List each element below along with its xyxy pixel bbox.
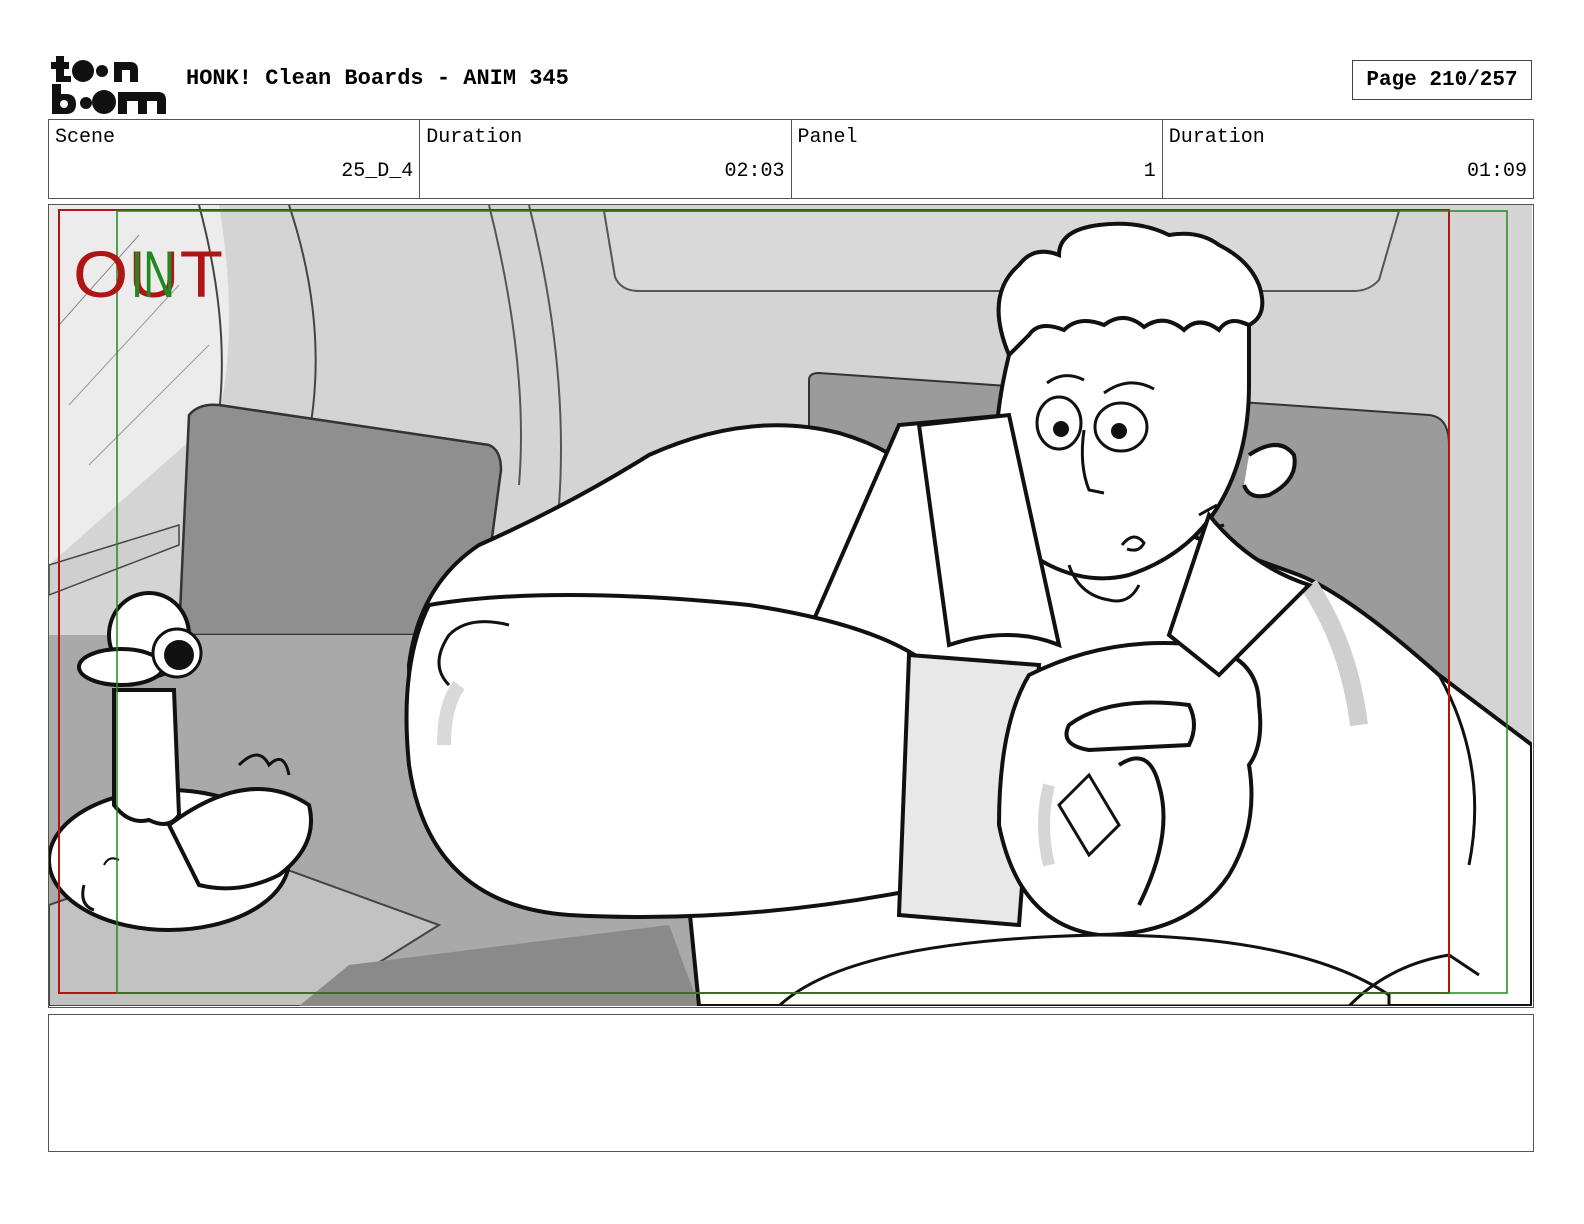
arm <box>404 593 942 919</box>
page-number: Page 210/257 <box>1352 60 1532 100</box>
storyboard-panel: OUT IN <box>48 204 1534 1008</box>
in-label: IN <box>131 237 175 311</box>
scene-duration-label: Duration <box>426 126 523 149</box>
window-frame <box>602 210 1401 292</box>
scene-label: Scene <box>55 126 116 149</box>
panel-duration-label: Duration <box>1168 126 1265 149</box>
panel-value: 1 <box>1143 160 1156 183</box>
scene-duration-cell: Duration 02:03 <box>420 120 792 198</box>
panel-duration-value: 01:09 <box>1466 160 1527 183</box>
scene-cell: Scene 25_D_4 <box>49 120 421 198</box>
panel-drawing: OUT IN <box>49 205 1532 1006</box>
panel-cell: Panel 1 <box>792 120 1163 198</box>
scene-info-table: Scene 25_D_4 Duration 02:03 Panel 1 Dura… <box>48 119 1534 199</box>
toon-boom-logo <box>50 50 168 116</box>
notes-box <box>48 1014 1534 1152</box>
panel-label: Panel <box>797 126 858 149</box>
panel-duration-cell: Duration 01:09 <box>1163 120 1533 198</box>
document-title: HONK! Clean Boards - ANIM 345 <box>186 66 569 91</box>
scene-duration-value: 02:03 <box>724 160 785 183</box>
scene-value: 25_D_4 <box>341 160 414 183</box>
